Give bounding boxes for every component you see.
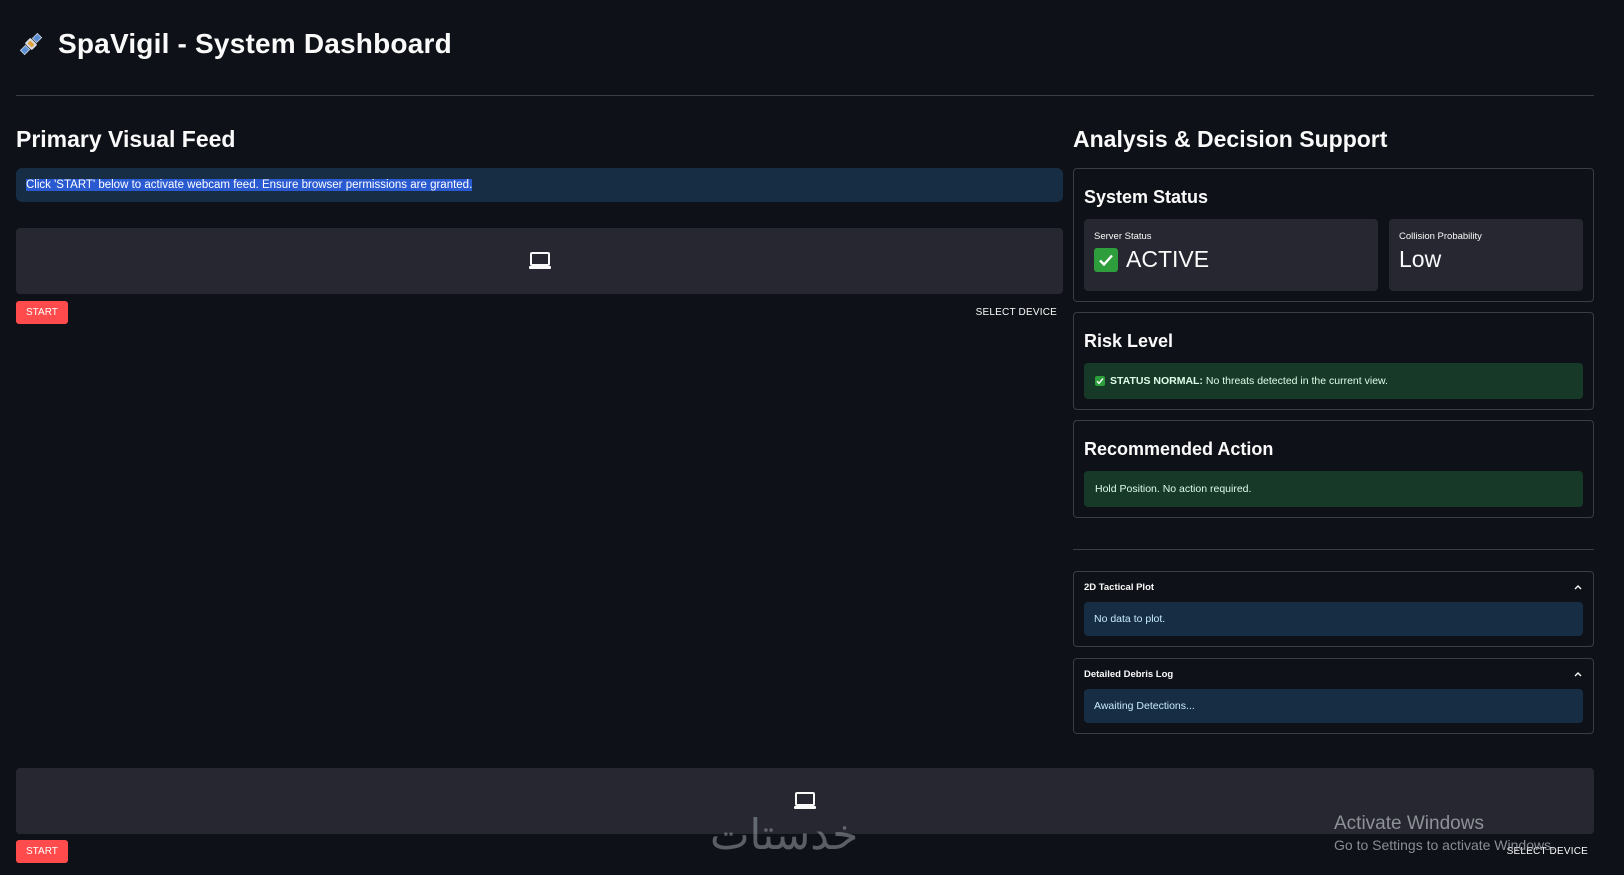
system-status-heading: System Status	[1084, 187, 1209, 207]
check-mark-icon	[1094, 247, 1118, 272]
risk-level-card: Risk Level STATUS NORMAL: No threats det…	[1073, 312, 1594, 410]
start-button[interactable]: START	[16, 300, 68, 324]
recommended-action-alert: Hold Position. No action required.	[1084, 471, 1583, 507]
satellite-icon	[19, 32, 43, 56]
chevron-up-icon	[1574, 672, 1582, 677]
server-status-value-row: ACTIVE	[1094, 246, 1368, 273]
header-divider	[16, 95, 1594, 96]
tactical-plot-expander[interactable]: 2D Tactical Plot No data to plot.	[1073, 571, 1594, 647]
header: SpaVigil - System Dashboard	[16, 28, 452, 60]
section-divider	[1073, 549, 1594, 550]
collision-probability-label: Collision Probability	[1399, 231, 1482, 242]
server-status-label: Server Status	[1094, 231, 1152, 242]
start-button[interactable]: START	[16, 840, 68, 863]
system-status-card: System Status Server Status ACTIVE Colli…	[1073, 168, 1594, 302]
risk-status-alert: STATUS NORMAL: No threats detected in th…	[1084, 363, 1583, 399]
collision-probability-value: Low	[1399, 246, 1442, 272]
server-status-value: ACTIVE	[1126, 246, 1210, 272]
recommended-action-card: Recommended Action Hold Position. No act…	[1073, 420, 1594, 518]
webcam-controls: START SELECT DEVICE	[16, 300, 1063, 324]
select-device-button[interactable]: SELECT DEVICE	[976, 307, 1063, 318]
server-status-metric: Server Status ACTIVE	[1084, 219, 1378, 291]
tactical-plot-header[interactable]: 2D Tactical Plot	[1084, 572, 1583, 602]
activate-windows-subtitle: Go to Settings to activate Windows.	[1334, 837, 1555, 853]
activate-windows-title: Activate Windows	[1334, 813, 1484, 834]
watermark-text: خدستات	[710, 810, 859, 859]
page-title: SpaVigil - System Dashboard	[58, 28, 452, 59]
laptop-icon	[528, 252, 551, 269]
dashboard-page: SpaVigil - System Dashboard Primary Visu…	[0, 0, 1624, 875]
recommended-action-heading: Recommended Action	[1084, 439, 1274, 459]
primary-feed-heading: Primary Visual Feed	[16, 126, 236, 152]
primary-feed-column: Primary Visual Feed Click 'START' below …	[16, 126, 1063, 324]
risk-status-label: STATUS NORMAL:	[1110, 375, 1203, 387]
debris-log-expander[interactable]: Detailed Debris Log Awaiting Detections.…	[1073, 658, 1594, 734]
webcam-info-text: Click 'START' below to activate webcam f…	[26, 179, 473, 191]
debris-log-header[interactable]: Detailed Debris Log	[1084, 659, 1583, 689]
risk-level-heading: Risk Level	[1084, 331, 1174, 351]
collision-probability-metric: Collision Probability Low	[1389, 219, 1583, 291]
debris-log-title: Detailed Debris Log	[1084, 668, 1174, 680]
analysis-column: Analysis & Decision Support System Statu…	[1073, 126, 1594, 745]
chevron-up-icon	[1574, 585, 1582, 590]
check-mark-icon	[1095, 376, 1105, 386]
laptop-icon	[794, 792, 816, 809]
debris-log-message: Awaiting Detections...	[1084, 689, 1583, 723]
risk-status-text: No threats detected in the current view.	[1202, 375, 1388, 387]
tactical-plot-message: No data to plot.	[1084, 602, 1583, 636]
status-metrics: Server Status ACTIVE Collision Probabili…	[1084, 219, 1583, 291]
analysis-heading: Analysis & Decision Support	[1073, 126, 1388, 152]
webcam-info-alert: Click 'START' below to activate webcam f…	[16, 168, 1063, 202]
webcam-video-area	[16, 228, 1063, 294]
activate-windows-notice: Activate Windows Go to Settings to activ…	[1334, 813, 1555, 853]
tactical-plot-title: 2D Tactical Plot	[1084, 581, 1155, 593]
